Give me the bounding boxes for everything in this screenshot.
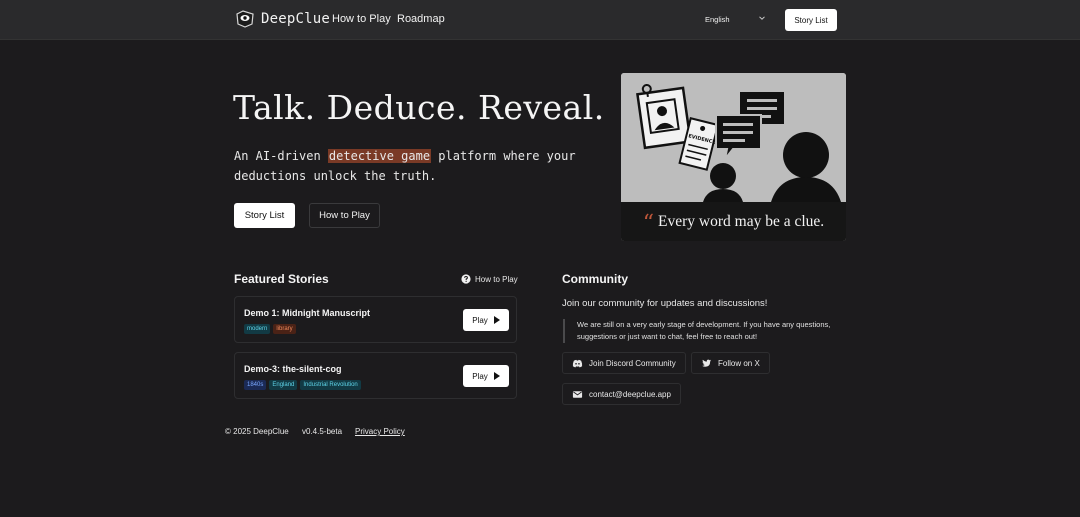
- featured-how-to-play-link[interactable]: How to Play: [461, 274, 518, 284]
- footer-version: v0.4.5-beta: [302, 427, 343, 436]
- play-button[interactable]: Play: [463, 365, 509, 387]
- nav-how-to-play[interactable]: How to Play: [332, 13, 391, 25]
- discord-label: Join Discord Community: [589, 358, 676, 368]
- quote-mark-icon: “: [642, 210, 655, 236]
- play-icon: [493, 372, 500, 380]
- chevron-down-icon: [759, 16, 765, 20]
- discord-button[interactable]: Join Discord Community: [562, 352, 686, 374]
- twitter-bird-icon: [701, 359, 712, 367]
- hero-caption-text: Every word may be a clue.: [658, 212, 825, 230]
- detective-eye-icon: [236, 10, 254, 28]
- hero-subtitle-start: An AI-driven: [234, 149, 328, 163]
- community-subtitle: Join our community for updates and discu…: [562, 298, 768, 309]
- play-button[interactable]: Play: [463, 309, 509, 331]
- play-button-label: Play: [472, 371, 488, 381]
- featured-stories-title: Featured Stories: [234, 272, 329, 286]
- brand-logo-link[interactable]: DeepClue: [235, 10, 330, 28]
- story-tags: 1840s England Industrial Revolution: [244, 380, 361, 390]
- hero-subtitle: An AI-driven detective game platform whe…: [234, 146, 594, 186]
- question-circle-icon: [461, 274, 471, 284]
- story-tag: library: [273, 324, 296, 334]
- email-button[interactable]: contact@deepclue.app: [562, 383, 681, 405]
- story-title: Demo 1: Midnight Manuscript: [244, 308, 370, 318]
- discord-icon: [572, 359, 583, 367]
- hero-caption: “ Every word may be a clue.: [621, 202, 846, 241]
- follow-x-button[interactable]: Follow on X: [691, 352, 770, 374]
- follow-x-label: Follow on X: [718, 358, 760, 368]
- language-select[interactable]: English: [705, 15, 765, 24]
- hero-illustration: EVIDENCE “ Every word may be a clue.: [621, 73, 846, 241]
- featured-how-to-play-label: How to Play: [475, 274, 518, 284]
- footer-copyright: © 2025 DeepClue: [225, 427, 289, 436]
- story-title: Demo-3: the-silent-cog: [244, 364, 342, 374]
- story-tag: 1840s: [244, 380, 267, 390]
- email-label: contact@deepclue.app: [589, 389, 671, 399]
- brand-name: DeepClue: [261, 11, 331, 27]
- story-tag: Industrial Revolution: [300, 380, 361, 390]
- story-card: Demo 1: Midnight Manuscript modern libra…: [234, 296, 517, 343]
- language-value: English: [705, 15, 730, 24]
- story-tags: modern library: [244, 324, 296, 334]
- story-tag: modern: [244, 324, 271, 334]
- hero-how-to-play-button[interactable]: How to Play: [309, 203, 380, 228]
- hero-title: Talk. Deduce. Reveal.: [233, 88, 605, 127]
- play-icon: [493, 316, 500, 324]
- play-button-label: Play: [472, 315, 488, 325]
- hero-subtitle-highlight: detective game: [327, 149, 432, 163]
- story-card: Demo-3: the-silent-cog 1840s England Ind…: [234, 352, 517, 399]
- community-title: Community: [562, 272, 628, 286]
- top-nav: DeepClue How to Play Roadmap English Sto…: [0, 0, 1080, 40]
- nav-roadmap[interactable]: Roadmap: [397, 13, 445, 25]
- privacy-policy-link[interactable]: Privacy Policy: [355, 427, 405, 436]
- detective-scene-illustration: EVIDENCE: [621, 73, 846, 202]
- story-tag: England: [269, 380, 298, 390]
- hero-story-list-button[interactable]: Story List: [234, 203, 295, 228]
- envelope-icon: [572, 390, 583, 398]
- community-quote: We are still on a very early stage of de…: [563, 319, 833, 343]
- nav-story-list-button[interactable]: Story List: [785, 9, 837, 31]
